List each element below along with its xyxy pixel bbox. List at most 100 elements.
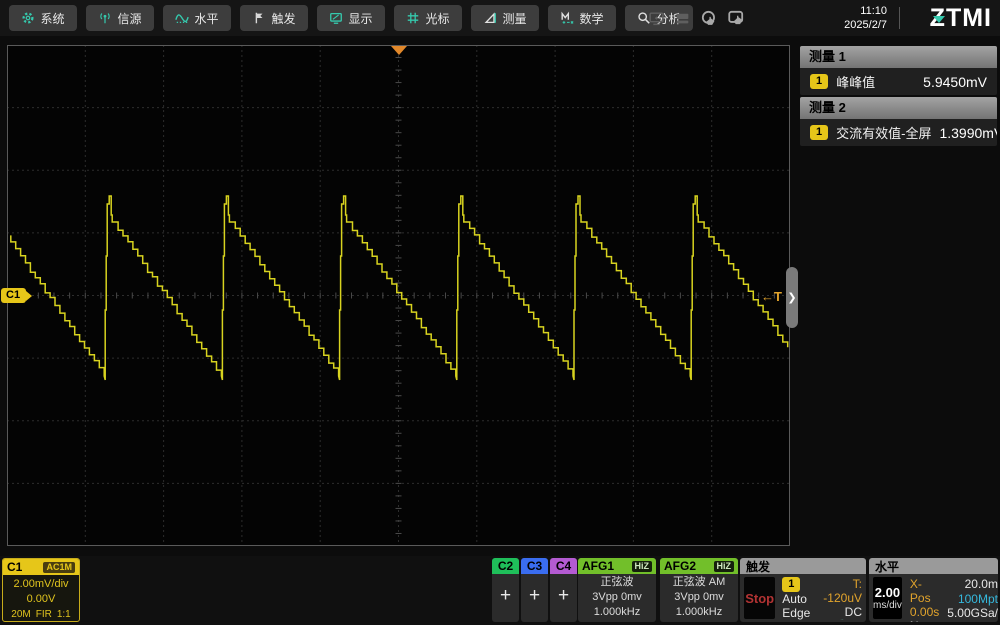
menu-trigger[interactable]: 触发	[240, 5, 308, 31]
afg2-frequency: 1.000kHz	[660, 605, 738, 620]
afg1-impedance-badge: HiZ	[632, 561, 653, 572]
keyboard-icon[interactable]	[674, 10, 691, 27]
measurement-label: 交流有效值-全屏	[836, 123, 931, 142]
channel1-waveform	[7, 45, 790, 546]
touch-gesture-icon[interactable]	[727, 9, 745, 27]
timebase-unit: ms/div	[873, 600, 902, 611]
channel2-add-button[interactable]: +	[492, 574, 519, 618]
trigger-panel[interactable]: 触发 Stop 1 Auto Edge T: -120uV DC	[740, 558, 866, 622]
menu-label: 数学	[579, 10, 603, 27]
menu-math[interactable]: 数学	[548, 5, 616, 31]
measurement-value: 1.3990mV	[939, 125, 997, 141]
trigger-panel-title: 触发	[740, 558, 866, 574]
touch-circle-icon[interactable]	[700, 9, 718, 27]
channel2-box[interactable]: C2 +	[492, 558, 519, 622]
channel1-box[interactable]: C1 AC1M 2.00mV/div 0.00V 20M FIR 1:1	[2, 558, 80, 622]
channel1-name: C1	[7, 560, 22, 574]
channel4-name: C4	[550, 558, 577, 574]
display-icon	[329, 11, 343, 25]
time-window: 20.0ms	[947, 577, 998, 591]
afg1-name: AFG1	[582, 559, 614, 573]
horizontal-panel-title: 水平	[869, 558, 998, 574]
measurement-row[interactable]: 1 交流有效值-全屏 1.3990mV	[800, 119, 997, 146]
measurement-title: 测量 1	[800, 46, 997, 68]
acquisition-state-button[interactable]: Stop	[744, 577, 775, 619]
measurement-card-2: 测量 2 1 交流有效值-全屏 1.3990mV	[800, 97, 997, 146]
xpos-value: 0.00s	[910, 605, 939, 619]
afg2-impedance-badge: HiZ	[714, 561, 735, 572]
status-tray	[648, 0, 745, 36]
afg2-box[interactable]: AFG2 HiZ 正弦波 AM 3Vpp 0mv 1.000kHz	[660, 558, 738, 622]
menu-horizontal[interactable]: 水平	[163, 5, 231, 31]
measurement-title: 测量 2	[800, 97, 997, 119]
memory-depth: 100Mpts	[947, 592, 998, 606]
rising-edge-icon	[822, 619, 862, 620]
gear-icon	[21, 11, 35, 25]
waveform-display[interactable]	[7, 45, 790, 546]
source-badge: 1	[810, 74, 828, 89]
afg1-frequency: 1.000kHz	[578, 605, 656, 620]
channel1-bandwidth: 20M	[11, 607, 30, 622]
menu-display[interactable]: 显示	[317, 5, 385, 31]
trigger-level-marker[interactable]: ←T	[761, 289, 782, 304]
brand-logo: ZTMI	[904, 3, 992, 33]
afg2-amplitude: 3Vpp 0mv	[660, 590, 738, 605]
sample-rate: 5.00GSa/s	[947, 606, 998, 620]
flag-icon	[252, 11, 266, 25]
menu-label: 光标	[425, 10, 449, 27]
measurement-label: 峰峰值	[836, 72, 875, 91]
screen-cast-icon[interactable]	[648, 10, 665, 27]
channel3-box[interactable]: C3 +	[521, 558, 548, 622]
menu-label: 系统	[40, 10, 64, 27]
date: 2025/2/7	[805, 18, 887, 32]
top-menu-bar: 系统 信源 水平 触发	[0, 0, 1000, 36]
logo-triangle-icon	[933, 16, 945, 23]
menu-label: 信源	[117, 10, 141, 27]
math-icon	[560, 11, 574, 25]
trigger-level: T: -120uV	[817, 577, 862, 605]
afg2-name: AFG2	[664, 559, 696, 573]
channel3-name: C3	[521, 558, 548, 574]
channel3-add-button[interactable]: +	[521, 574, 548, 618]
measurement-row[interactable]: 1 峰峰值 5.9450mV	[800, 68, 997, 95]
menu-system[interactable]: 系统	[9, 5, 77, 31]
menu-label: 触发	[271, 10, 295, 27]
timebase-scale-button[interactable]: 2.00 ms/div	[873, 577, 902, 619]
ruler-triangle-icon	[483, 11, 497, 25]
panel-collapse-handle[interactable]: ❯	[786, 267, 798, 328]
channel4-box[interactable]: C4 +	[550, 558, 577, 622]
afg1-waveform: 正弦波	[578, 575, 656, 590]
channel1-level-marker[interactable]: C1	[1, 288, 26, 303]
measurement-value: 5.9450mV	[923, 74, 987, 90]
trigger-position-marker[interactable]	[391, 46, 407, 55]
cursor-grid-icon	[406, 11, 420, 25]
antenna-icon	[98, 11, 112, 25]
trigger-coupling: DC	[845, 605, 862, 619]
afg2-waveform: 正弦波 AM	[660, 575, 738, 590]
channel4-add-button[interactable]: +	[550, 574, 577, 618]
afg1-box[interactable]: AFG1 HiZ 正弦波 3Vpp 0mv 1.000kHz	[578, 558, 656, 622]
wave-icon	[175, 11, 189, 25]
menu-source[interactable]: 信源	[86, 5, 154, 31]
horizontal-panel[interactable]: 水平 2.00 ms/div X-Pos 0.00s Norm 20.0ms 1…	[869, 558, 998, 622]
menu-label: 测量	[502, 10, 526, 27]
channel1-coupling-badge: AC1M	[43, 562, 75, 573]
channel1-probe: 1:1	[57, 607, 71, 622]
trigger-type: Edge	[782, 606, 810, 620]
menu-label: 水平	[194, 10, 218, 27]
measurement-card-1: 测量 1 1 峰峰值 5.9450mV	[800, 46, 997, 95]
afg1-amplitude: 3Vpp 0mv	[578, 590, 656, 605]
tray-divider	[899, 7, 900, 29]
menu-label: 显示	[348, 10, 372, 27]
menu-cursor[interactable]: 光标	[394, 5, 462, 31]
clock: 11:10 2025/2/7	[805, 4, 887, 32]
time: 11:10	[805, 4, 887, 18]
channel1-filter: FIR	[36, 607, 52, 622]
oscilloscope-screen: 系统 信源 水平 触发	[0, 0, 1000, 625]
menu-measure[interactable]: 测量	[471, 5, 539, 31]
channel2-name: C2	[492, 558, 519, 574]
bottom-status-bar: C1 AC1M 2.00mV/div 0.00V 20M FIR 1:1 C2 …	[0, 556, 1000, 625]
trigger-source-badge: 1	[782, 577, 800, 592]
sample-mode: Norm	[910, 619, 939, 622]
channel1-scale: 2.00mV/div	[3, 577, 79, 592]
